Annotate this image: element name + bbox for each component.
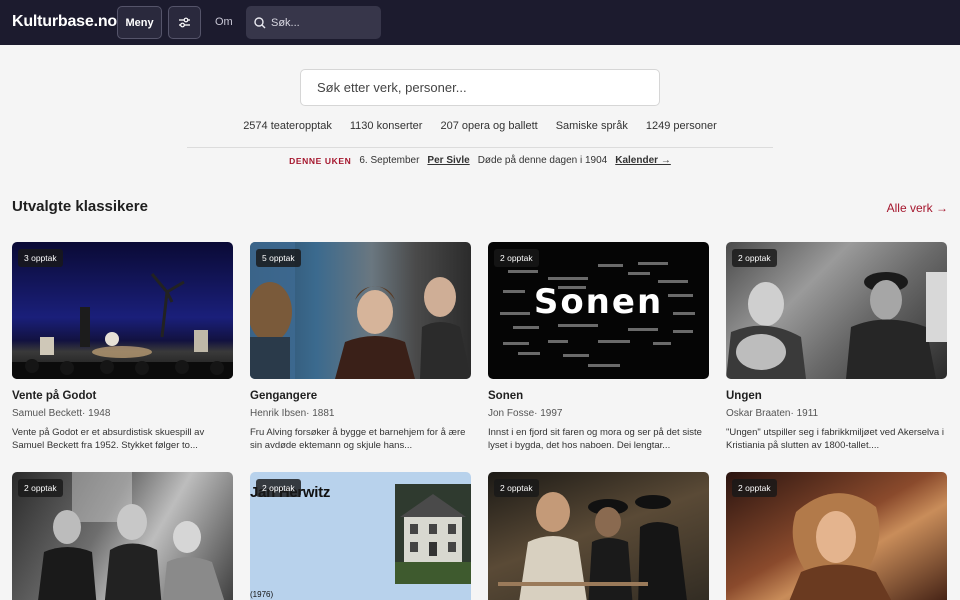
work-card-vente-pa-godot[interactable]: 3 opptak Vente på Godot Samuel Beckett· … (12, 242, 233, 458)
filter-button[interactable] (168, 6, 201, 39)
section-title: Utvalgte klassikere (12, 198, 148, 215)
work-grid: 3 opptak Vente på Godot Samuel Beckett· … (12, 242, 948, 600)
recording-count-badge: 2 opptak (732, 249, 777, 267)
stat-concerts[interactable]: 1130 konserter (350, 120, 423, 132)
work-author-year: Oskar Braaten· 1911 (726, 408, 819, 419)
this-week-note: Døde på denne dagen i 1904 (477, 155, 608, 166)
this-week-strip: DENNE UKEN 6. September Per Sivle Døde p… (0, 155, 960, 166)
work-description: "Ungen" utspiller seg i fabrikkmiljøet v… (726, 427, 944, 451)
recording-count-badge: 2 opptak (494, 479, 539, 497)
work-author-year: Henrik Ibsen· 1881 (250, 408, 335, 419)
menu-button[interactable]: Meny (117, 6, 162, 39)
stat-opera-ballet[interactable]: 207 opera og ballett (440, 120, 537, 132)
stat-sami-languages[interactable]: Samiske språk (556, 120, 628, 132)
recording-count-badge: 2 opptak (18, 479, 63, 497)
divider (187, 147, 773, 148)
work-thumbnail: 2 opptak (726, 472, 947, 600)
stat-theatre[interactable]: 2574 teateropptak (243, 120, 332, 132)
work-author-year: Jon Fosse· 1997 (488, 408, 563, 419)
work-thumbnail: 2 opptak Jan Herwitz (1976) (250, 472, 471, 600)
all-works-link[interactable]: Alle verk → (887, 201, 948, 215)
catalog-stats: 2574 teateropptak 1130 konserter 207 ope… (0, 120, 960, 132)
work-title: Sonen (488, 390, 524, 402)
header-search[interactable] (246, 6, 381, 39)
sliders-icon (179, 17, 190, 28)
work-thumbnail: 2 opptak (12, 472, 233, 600)
site-logo[interactable]: Kulturbase.no (12, 13, 117, 31)
header-search-input[interactable] (271, 16, 371, 29)
work-card[interactable]: 2 opptak Jan Herwitz (1976) (250, 472, 471, 600)
work-title: Vente på Godot (12, 390, 97, 402)
this-week-person-link[interactable]: Per Sivle (427, 155, 469, 166)
work-card-ungen[interactable]: 2 opptak Ungen Oskar Braaten· 1911 "Unge… (726, 242, 947, 458)
this-week-tag: DENNE UKEN (289, 155, 352, 166)
top-navigation-bar: Kulturbase.no Meny Om (0, 0, 960, 45)
recording-count-badge: 3 opptak (18, 249, 63, 267)
work-description: Innst i en fjord sit faren og mora og se… (488, 427, 702, 451)
work-thumbnail: 3 opptak (12, 242, 233, 379)
work-description: Fru Alving forsøker å bygge et barnehjem… (250, 427, 466, 451)
work-card-gengangere[interactable]: 5 opptak Gengangere Henrik Ibsen· 1881 F… (250, 242, 471, 458)
work-thumbnail: 5 opptak (250, 242, 471, 379)
search-icon (254, 16, 266, 28)
work-card[interactable]: 2 opptak (488, 472, 709, 600)
main-search[interactable] (300, 69, 660, 106)
recording-count-badge: 2 opptak (732, 479, 777, 497)
calendar-link[interactable]: Kalender → (615, 155, 671, 166)
work-card[interactable]: 2 opptak (12, 472, 233, 600)
work-thumbnail: 2 opptak Sonen (488, 242, 709, 379)
work-card-sonen[interactable]: 2 opptak Sonen Sonen Jon Fosse· 1997 Inn… (488, 242, 709, 458)
this-week-date: 6. September (359, 155, 420, 166)
recording-count-badge: 2 opptak (256, 479, 301, 497)
work-thumbnail: 2 opptak (488, 472, 709, 600)
work-title: Gengangere (250, 390, 318, 402)
poster-year: (1976) (250, 590, 274, 599)
poster-title: Sonen (533, 282, 664, 322)
work-title: Ungen (726, 390, 762, 402)
work-card[interactable]: 2 opptak (726, 472, 947, 600)
main-search-input[interactable] (317, 80, 637, 95)
recording-count-badge: 5 opptak (256, 249, 301, 267)
about-link[interactable]: Om (215, 16, 233, 28)
work-thumbnail: 2 opptak (726, 242, 947, 379)
work-description: Vente på Godot er et absurdistisk skuesp… (12, 427, 205, 451)
recording-count-badge: 2 opptak (494, 249, 539, 267)
work-author-year: Samuel Beckett· 1948 (12, 408, 111, 419)
stat-persons[interactable]: 1249 personer (646, 120, 717, 132)
